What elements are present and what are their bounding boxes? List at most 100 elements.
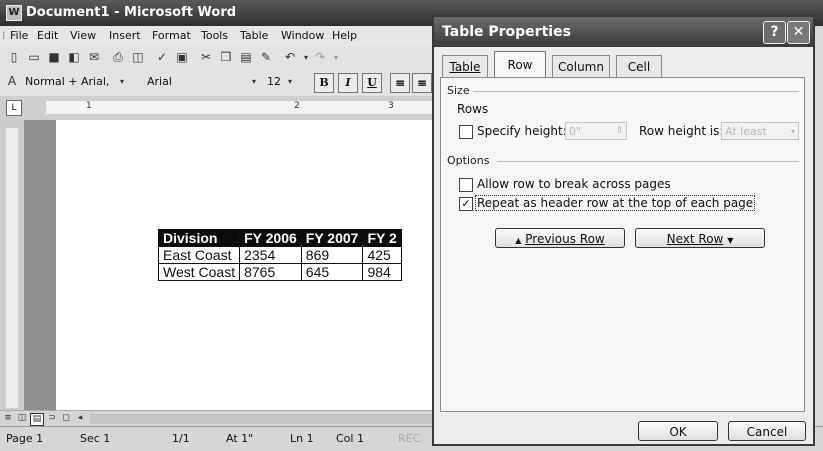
specify-height-label: Specify height: (477, 124, 567, 138)
normal-view-icon[interactable]: ≡ (2, 413, 14, 424)
permission-icon[interactable]: ◧ (66, 50, 82, 65)
previous-row-button[interactable]: ▲ Previous Row (495, 228, 625, 248)
email-icon[interactable]: ✉ (86, 50, 102, 65)
status-line: Ln 1 (290, 432, 314, 445)
ruler-bar[interactable]: 1 2 3 (46, 101, 440, 114)
table-cell[interactable]: 645 (300, 263, 364, 281)
close-button[interactable]: ✕ (787, 21, 810, 44)
tab-table[interactable]: Table (442, 55, 488, 77)
redo-icon[interactable]: ↷ (312, 50, 328, 65)
formatting-toolbar: A Normal + Arial, ▾ Arial ▾ 12 ▾ B I U ≡… (0, 70, 440, 97)
status-pages: 1/1 (172, 432, 190, 445)
align-left-button[interactable]: ≡ (390, 73, 410, 93)
print-icon[interactable]: ⎙ (110, 50, 126, 65)
table-header-cell[interactable]: FY 2006 (239, 229, 302, 247)
tab-selector-icon[interactable]: L (6, 100, 22, 116)
repeat-header-checkbox[interactable]: ✓ (459, 197, 473, 211)
cut-icon[interactable]: ✂ (198, 50, 214, 65)
status-rec[interactable]: REC (398, 432, 420, 445)
document-table-region: Division FY 2006 FY 2007 FY 2 East Coast… (150, 225, 440, 285)
center-button[interactable]: ≡ (412, 73, 432, 93)
cancel-button[interactable]: Cancel (728, 421, 806, 441)
paste-icon[interactable]: ▤ (238, 50, 254, 65)
menu-file[interactable]: File (10, 29, 28, 42)
menu-window[interactable]: Window (281, 29, 324, 42)
table-cell[interactable]: 425 (362, 246, 402, 264)
underline-button[interactable]: U (362, 73, 382, 93)
menu-format[interactable]: Format (152, 29, 191, 42)
table-header-cell[interactable]: Division (157, 229, 241, 247)
menu-table[interactable]: Table (240, 29, 268, 42)
reading-layout-icon[interactable]: ◻ (60, 413, 72, 424)
menu-tools[interactable]: Tools (201, 29, 228, 42)
outline-view-icon[interactable]: ⊃ (46, 413, 58, 424)
ok-button[interactable]: OK (638, 421, 718, 441)
chevron-down-icon[interactable]: ▾ (252, 74, 256, 90)
menu-view[interactable]: View (70, 29, 96, 42)
chevron-down-icon[interactable]: ▾ (120, 74, 124, 90)
menu-edit[interactable]: Edit (37, 29, 58, 42)
up-arrow-icon: ▲ (515, 236, 522, 245)
menu-insert[interactable]: Insert (109, 29, 141, 42)
table-header-cell[interactable]: FY 2007 (300, 229, 364, 247)
allow-break-checkbox[interactable] (459, 178, 473, 192)
options-separator (497, 161, 799, 162)
tab-label: Table (449, 60, 481, 74)
styles-pane-icon[interactable]: A (4, 74, 20, 89)
bold-button[interactable]: B (314, 73, 334, 93)
undo-icon[interactable]: ↶ (282, 50, 298, 65)
web-layout-icon[interactable]: ◫ (16, 413, 28, 424)
tab-row[interactable]: Row (494, 51, 546, 78)
next-row-label: Next Row (666, 232, 724, 246)
table-cell[interactable]: 869 (300, 246, 364, 264)
font-combo[interactable]: Arial (144, 74, 248, 90)
height-value: 0" (569, 125, 582, 138)
print-layout-icon[interactable]: ▤ (30, 413, 44, 426)
style-combo[interactable]: Normal + Arial, ▾ (22, 74, 140, 90)
italic-button[interactable]: I (338, 73, 358, 93)
table-header-cell[interactable]: FY 2 (362, 229, 402, 247)
open-icon[interactable]: ▭ (26, 50, 42, 65)
status-page: Page 1 (6, 432, 44, 445)
spin-icon[interactable]: ⇕ (615, 122, 623, 140)
table-row: West Coast 8765 645 984 (157, 263, 402, 281)
font-size-combo[interactable]: ▾ 12 ▾ (252, 74, 304, 90)
table-cell[interactable]: 8765 (239, 263, 302, 281)
research-icon[interactable]: ▣ (174, 50, 190, 65)
copy-icon[interactable]: ❐ (218, 50, 234, 65)
options-group-label: Options (447, 154, 490, 167)
save-icon[interactable]: ■ (46, 50, 62, 65)
horizontal-ruler: L 1 2 3 (0, 96, 440, 121)
table-cell[interactable]: 2354 (239, 246, 302, 264)
new-document-icon[interactable]: ▯ (6, 50, 22, 65)
height-spinner[interactable]: 0" ⇕ (565, 122, 627, 140)
spelling-icon[interactable]: ✓ (154, 50, 170, 65)
row-height-is-label: Row height is: (639, 124, 724, 138)
specify-height-checkbox[interactable] (459, 125, 473, 139)
vertical-ruler-bar[interactable] (6, 128, 18, 408)
table-cell[interactable]: 984 (362, 263, 402, 281)
down-arrow-icon: ▼ (727, 236, 734, 245)
table-cell[interactable]: East Coast (157, 246, 241, 264)
tab-cell[interactable]: Cell (616, 55, 662, 77)
size-group-label: Size (447, 84, 470, 97)
help-button[interactable]: ? (763, 21, 786, 44)
menu-help[interactable]: Help (332, 29, 357, 42)
dialog-title-bar[interactable]: Table Properties ? ✕ (434, 17, 813, 47)
tab-column[interactable]: Column (552, 55, 610, 77)
horizontal-scrollbar[interactable] (90, 414, 435, 424)
table-row: East Coast 2354 869 425 (157, 246, 402, 264)
print-preview-icon[interactable]: ◫ (130, 50, 146, 65)
dialog-title: Table Properties (442, 24, 571, 40)
document-table[interactable]: Division FY 2006 FY 2007 FY 2 East Coast… (157, 229, 402, 281)
row-height-is-select[interactable]: At least ▾ (721, 122, 799, 140)
scroll-left-icon[interactable]: ◂ (74, 413, 86, 424)
menu-bar: ⁞ File Edit View Insert Format Tools Tab… (0, 26, 440, 46)
format-painter-icon[interactable]: ✎ (258, 50, 274, 65)
chevron-down-icon[interactable]: ▾ (791, 123, 795, 141)
redo-dropdown-icon[interactable]: ▾ (328, 50, 344, 65)
table-properties-dialog: Table Properties ? ✕ Table Row Column Ce… (432, 15, 815, 446)
next-row-button[interactable]: Next Row ▼ (635, 228, 765, 248)
table-cell[interactable]: West Coast (157, 263, 241, 281)
chevron-down-icon[interactable]: ▾ (288, 74, 292, 90)
